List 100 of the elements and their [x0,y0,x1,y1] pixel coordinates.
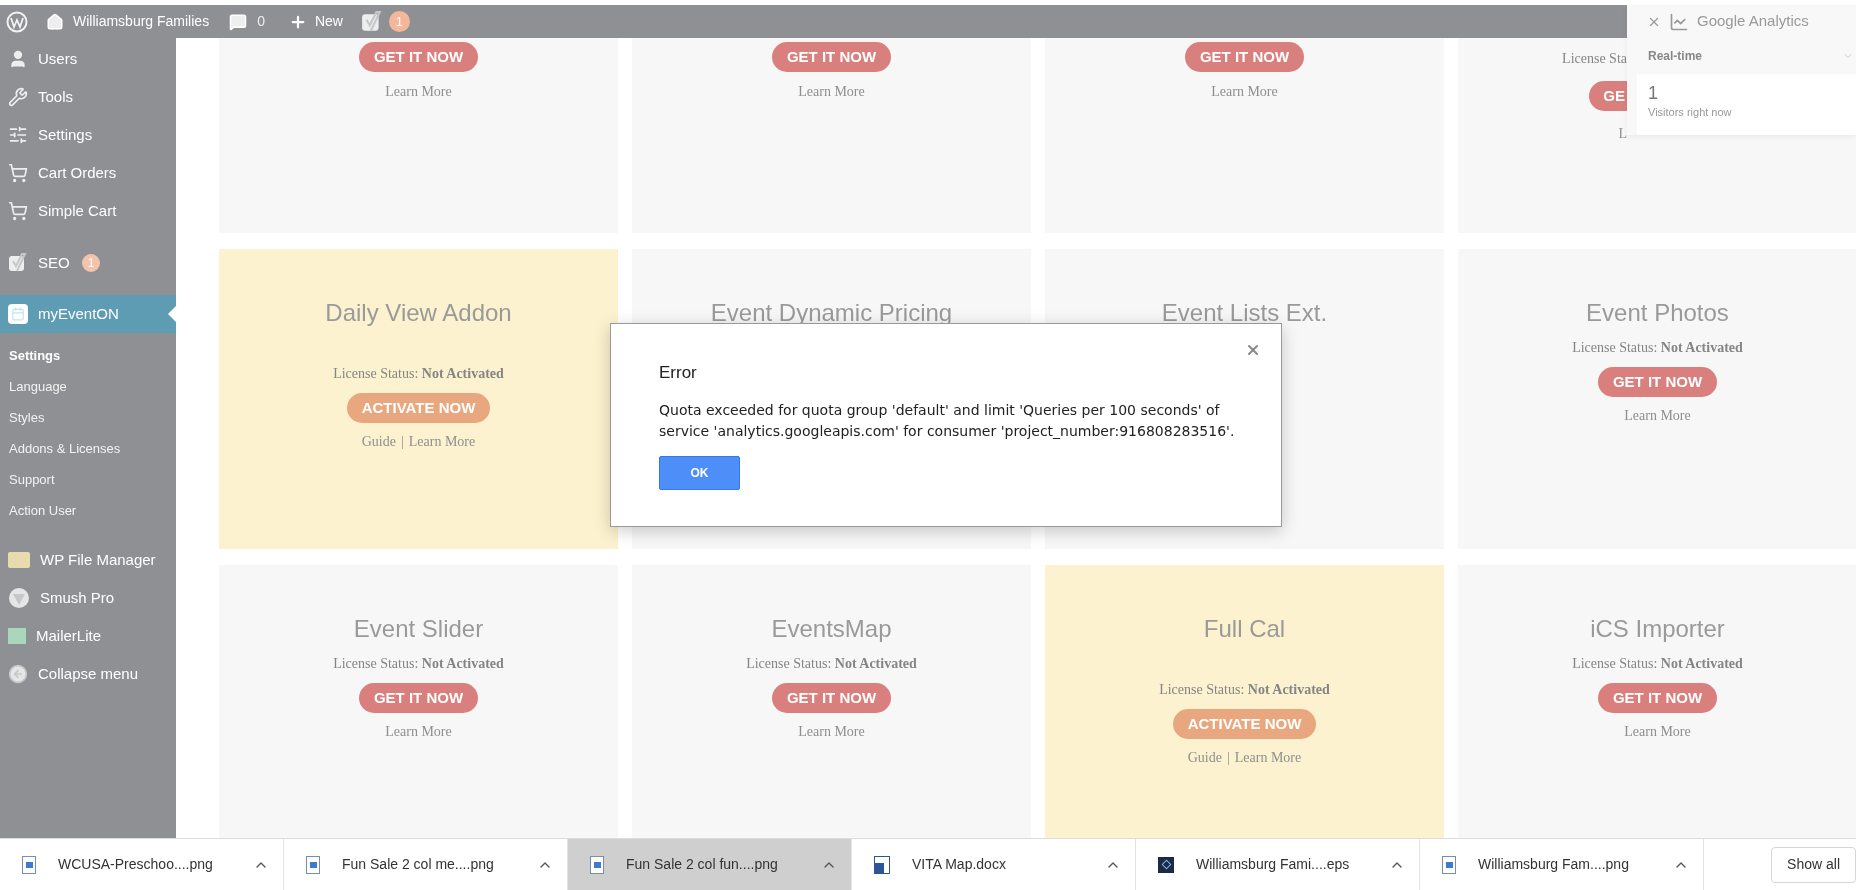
learn-more-link[interactable]: Learn More [1624,405,1691,426]
download-file-name: WCUSA-Preschoo....png [58,855,214,874]
learn-more-link[interactable]: Learn More [385,721,452,742]
dialog-title: Error [659,362,698,384]
ok-button[interactable]: OK [659,455,740,490]
sidebar-item[interactable]: MailerLite [0,617,176,655]
learn-more-link[interactable]: Learn More [1211,81,1278,102]
addon-title: Event Photos [1586,298,1729,328]
get-it-now-button[interactable]: GET IT NOW [1597,367,1718,397]
addon-title: Full Cal [1203,614,1286,644]
sidebar-item[interactable]: Smush Pro [0,579,176,617]
get-it-now-button[interactable]: GET IT NOW [1184,42,1305,72]
folder-icon [8,552,30,568]
submenu-item[interactable]: Addons & Licenses [0,433,176,464]
sidebar-label: Collapse menu [38,663,139,684]
learn-more-link[interactable]: Learn More [408,431,476,452]
addon-title: Daily View Addon [325,298,512,328]
download-file-name: Fun Sale 2 col fun....png [626,855,779,874]
license-status: License Sta [1562,50,1627,68]
sidebar-item[interactable]: Cart Orders [0,154,176,192]
sidebar-item[interactable]: SEO 1 [0,244,176,282]
submenu-item[interactable]: Settings [0,340,176,371]
submenu-item[interactable]: Language [0,371,176,402]
sidebar-item[interactable]: Users [0,40,176,78]
license-status: License Status: Not Activated [333,656,504,671]
license-status: License Status: Not Activated [333,366,504,381]
license-status: License Status: Not Activated [1572,340,1743,355]
learn-more-link[interactable]: Guide [361,431,396,452]
license-status: License Status: Not Activated [1572,656,1743,671]
word-file-icon [874,855,890,874]
image-file-icon [22,855,36,874]
sidebar-label: Settings [38,124,93,145]
image-file-icon [306,855,320,874]
link-separator: | [1226,749,1230,767]
sidebar-label: SEO [38,252,70,273]
site-name-link[interactable]: Williamsburg Families [73,11,210,32]
get-it-now-button[interactable]: GET IT NOW [771,683,892,713]
sidebar-item[interactable]: WP File Manager [0,541,176,579]
get-it-now-button[interactable]: GET IT NOW [1597,683,1718,713]
license-status: License Status: Not Activated [1159,682,1330,697]
link-separator: | [400,433,404,451]
learn-more-link[interactable]: Learn More [385,81,452,102]
sidebar-label: Smush Pro [40,587,115,608]
addon-title: iCS Importer [1590,614,1725,644]
show-all-button[interactable]: Show all [1771,846,1856,883]
sidebar-label: Cart Orders [38,162,117,183]
download-item[interactable]: WCUSA-Preschoo....png [0,839,284,890]
download-file-name: Williamsburg Fami....eps [1196,855,1351,874]
notification-badge: 1 [388,11,410,32]
addon-title: Event Lists Ext. [1161,298,1328,328]
wrench-icon [8,87,28,107]
section-label: Real-time [1648,48,1703,65]
download-item[interactable]: Fun Sale 2 col fun....png [568,839,852,890]
sidebar-item[interactable]: Simple Cart [0,192,176,230]
download-file-name: Williamsburg Fam....png [1478,855,1630,874]
sidebar-item[interactable]: Tools [0,78,176,116]
activate-now-button[interactable]: ACTIVATE NOW [1172,709,1317,739]
addon-title: EventsMap [771,614,892,644]
submenu-item[interactable]: Support [0,464,176,495]
learn-more-link[interactable]: Learn More [1624,721,1691,742]
download-file-name: Fun Sale 2 col me....png [342,855,495,874]
collapse-icon[interactable] [8,664,28,684]
get-it-now-button[interactable]: GET IT NOW [358,42,479,72]
image-file-icon [590,855,604,874]
close-icon[interactable] [1245,342,1261,358]
comment-icon[interactable] [229,12,248,31]
download-file-name: VITA Map.docx [912,855,1007,874]
activate-now-button[interactable]: ACTIVATE NOW [346,393,491,423]
comment-count: 0 [257,12,265,31]
addon-title: Event Dynamic Pricing [710,298,953,328]
learn-more-link[interactable]: Learn More [798,721,865,742]
download-item[interactable]: Williamsburg Fami....eps [1136,839,1420,890]
submenu-item[interactable]: Action User [0,495,176,526]
cart-icon [8,163,28,183]
get-it-now-button[interactable]: GET IT NOW [358,683,479,713]
sidebar-label: myEventON [38,303,119,324]
learn-more-link[interactable]: Learn More [798,81,865,102]
new-link[interactable]: New [314,11,343,32]
get-it-now-button[interactable]: GE [1589,81,1627,111]
sidebar-label: Simple Cart [38,200,117,221]
count-badge: 1 [81,254,101,272]
learn-more-link[interactable]: L [1618,123,1627,144]
learn-more-link[interactable]: Guide [1187,747,1222,768]
file-icon [1158,856,1174,873]
sidebar-label: Users [38,48,78,69]
sidebar-item[interactable]: myEventON [0,295,176,333]
submenu-item[interactable]: Styles [0,402,176,433]
sidebar-item[interactable]: Collapse menu [0,655,176,693]
download-item[interactable]: VITA Map.docx [852,839,1136,890]
sidebar-item[interactable]: Settings [0,116,176,154]
get-it-now-button[interactable]: GET IT NOW [771,42,892,72]
home-icon[interactable] [46,12,64,31]
user-icon [8,49,28,69]
visitor-caption: Visitors right now [1648,105,1733,120]
download-item[interactable]: Williamsburg Fam....png [1420,839,1704,890]
chart-icon [1669,11,1689,32]
widget-title: Google Analytics [1697,11,1809,32]
learn-more-link[interactable]: Learn More [1234,747,1302,768]
cart-icon [8,201,28,221]
sidebar-label: MailerLite [36,625,102,646]
